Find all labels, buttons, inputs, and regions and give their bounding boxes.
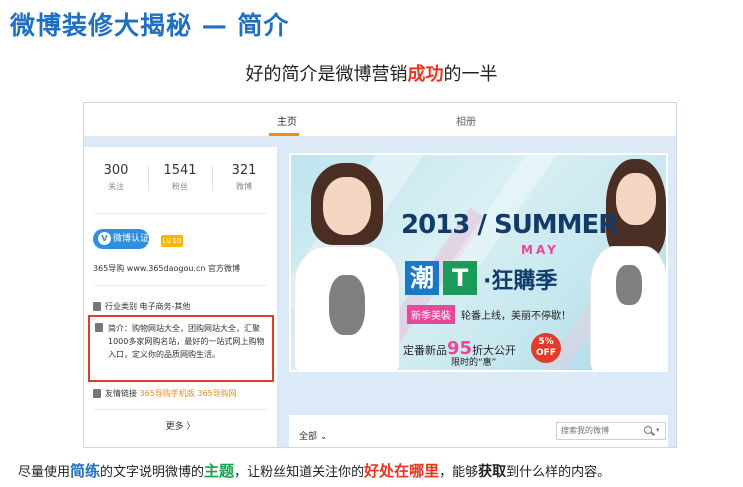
slide-subtitle: 好的简介是微博营销成功的一半 — [0, 60, 743, 86]
discount-off: OFF — [536, 348, 556, 358]
feed-filter-dropdown[interactable]: 全部 ⌄ — [299, 429, 327, 442]
link-icon — [93, 389, 101, 398]
friend-links-row: 友情链接 365导购手机版 365导购网 — [93, 388, 237, 399]
new-season-tag: 新季美裝 — [407, 305, 455, 324]
discount-badge: 5% OFF — [531, 333, 561, 363]
footer-highlight: 简练 — [70, 462, 101, 480]
banner-month: MAY — [521, 243, 559, 257]
subtitle-text-end: 的一半 — [443, 64, 498, 85]
stat-following[interactable]: 300 关注 — [84, 163, 148, 192]
shirt-print — [329, 275, 365, 335]
discount-percent: 5% — [538, 337, 554, 347]
weibo-profile-screenshot: 主页 相册 300 关注 1541 粉丝 321 微博 V 微博认证 Lv.10… — [83, 102, 677, 448]
footer-text: ，能够 — [439, 465, 479, 480]
footer-highlight: 好处在哪里 — [364, 462, 440, 480]
stat-label: 微博 — [236, 182, 252, 191]
banner-char-chao: 潮 — [405, 261, 439, 295]
banner-image[interactable]: 2013 / SUMMER MAY 潮 T ·狂購季 新季美裝 轮番上线，美丽不… — [289, 153, 668, 372]
promo-prefix: 定番新品 — [403, 344, 447, 357]
new-season-subtext: 轮番上线，美丽不停歇！ — [461, 311, 571, 322]
intro-highlight-box: 简介：购物网站大全，团购网站大全，汇聚1000多家网购名站，最好的一站式网上购物… — [88, 315, 274, 382]
feed-toolbar: 全部 ⌄ ▾ — [289, 415, 668, 447]
active-tab-indicator — [269, 133, 299, 136]
model-face — [616, 173, 656, 225]
intro-text: 简介：购物网站大全，团购网站大全，汇聚1000多家网购名站，最好的一站式网上购物… — [108, 324, 265, 359]
tab-home[interactable]: 主页 — [277, 113, 297, 128]
account-description: 365导购 www.365daogou.cn 官方微博 — [93, 264, 240, 273]
weibo-search-box[interactable]: ▾ — [556, 422, 666, 440]
stat-number: 321 — [231, 163, 257, 178]
footer-text: 到什么样的内容。 — [506, 465, 611, 480]
industry-row: 行业类别 电子商务-其他 — [93, 301, 190, 312]
banner-char-t: T — [443, 261, 477, 295]
tab-album[interactable]: 相册 — [456, 113, 476, 128]
profile-sidebar: 300 关注 1541 粉丝 321 微博 V 微博认证 Lv.10 365导购 … — [84, 147, 277, 447]
footer-highlight: 获取 — [478, 464, 507, 480]
stat-label: 关注 — [108, 182, 124, 191]
weibo-search-input[interactable] — [561, 426, 641, 435]
stat-number: 1541 — [163, 163, 197, 178]
slide: 微博装修大揭秘 — 简介 好的简介是微博营销成功的一半 主页 相册 300 关注… — [0, 0, 743, 487]
stat-number: 300 — [103, 163, 129, 178]
stat-label: 粉丝 — [172, 182, 188, 191]
lock-icon — [93, 302, 101, 311]
verify-label: 微博认证 — [113, 234, 150, 244]
divider — [94, 409, 267, 410]
profile-nav: 主页 相册 — [84, 103, 676, 137]
slide-footer: 尽量使用简练的文字说明微博的主题，让粉丝知道关注你的好处在哪里，能够获取到什么样… — [18, 460, 610, 481]
industry-value: 电子商务-其他 — [139, 302, 191, 311]
subtitle-text: 好的简介是微博营销 — [245, 64, 408, 85]
footer-text: 的文字说明微博的 — [100, 465, 205, 480]
stat-followers[interactable]: 1541 粉丝 — [148, 163, 212, 192]
friend-link[interactable]: 365导购网 — [197, 389, 236, 398]
shirt-print — [616, 265, 642, 305]
document-icon — [95, 323, 103, 332]
banner-slogan: ·狂購季 — [483, 269, 558, 294]
subtitle-highlight: 成功 — [407, 64, 444, 85]
more-button[interactable]: 更多 〉 — [84, 419, 277, 432]
divider — [94, 285, 267, 286]
banner-headline: 2013 / SUMMER — [401, 210, 618, 240]
slide-title: 微博装修大揭秘 — 简介 — [10, 11, 290, 40]
stat-posts[interactable]: 321 微博 — [212, 163, 276, 192]
model-face — [323, 177, 371, 235]
promo-subtext: 限时的“惠” — [451, 358, 497, 368]
level-badge[interactable]: Lv.10 — [161, 235, 183, 247]
footer-text: ，让粉丝知道关注你的 — [234, 465, 365, 480]
verified-icon: V — [98, 232, 111, 245]
divider — [94, 213, 267, 214]
chevron-down-icon[interactable]: ▾ — [656, 426, 660, 434]
friend-link[interactable]: 365导购手机版 — [140, 389, 195, 398]
verify-button[interactable]: V 微博认证 — [93, 229, 149, 249]
links-label: 友情链接 — [105, 389, 137, 398]
industry-label: 行业类别 — [105, 302, 137, 311]
search-icon[interactable] — [644, 426, 652, 434]
footer-text: 尽量使用 — [18, 465, 71, 480]
footer-highlight: 主题 — [204, 462, 235, 480]
